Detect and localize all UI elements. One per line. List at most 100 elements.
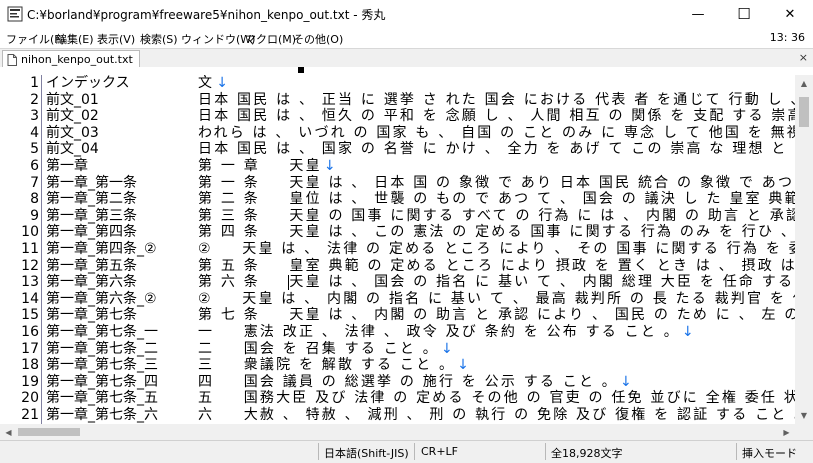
scrollbar-corner: [795, 424, 813, 440]
menu-view[interactable]: 表示(V): [97, 31, 135, 47]
editor-line[interactable]: 11 第一章_第四条_② ② 天皇 は 、 法律 の 定める ところ により 、 そ…: [0, 241, 795, 258]
newline-arrow-icon: ↓: [681, 324, 694, 340]
line-text: 一 憲法 改正 、 法律 、 政令 及び 条約 を 公布 する こと 。: [198, 324, 680, 340]
line-number: 20: [21, 390, 39, 407]
line-label: 第一章_第四条: [46, 224, 137, 241]
line-label: 第一章_第一条: [46, 174, 137, 191]
line-label: 第一章_第七条_五: [46, 390, 158, 407]
horizontal-scrollbar[interactable]: ◀ ▶: [0, 424, 795, 440]
line-label: 第一章_第七条_二: [46, 340, 158, 357]
line-text: 第 七 条 天皇 は 、 内閣 の 助言 と 承認 により 、 国民 の ため …: [198, 307, 795, 324]
menu-other[interactable]: その他(O): [293, 31, 343, 47]
scroll-left-icon[interactable]: ◀: [0, 424, 17, 440]
editor-line[interactable]: 12 第一章_第五条 第 五 条 皇室 典範 の 定める ところ により 摂政 を …: [0, 258, 795, 275]
editor-line[interactable]: 10 第一章_第四条 第 四 条 天皇 は 、 この 憲法 の 定める 国事 に関す…: [0, 224, 795, 241]
line-label: 第一章_第二条: [46, 191, 137, 208]
line-label: 第一章_第三条: [46, 207, 137, 224]
editor-line[interactable]: 4 前文_03 われら は 、 いづれ の 国家 も 、 自国 の こと のみ に …: [0, 125, 795, 142]
editor-line[interactable]: 18 第一章_第七条_三 三 衆議院 を 解散 する こと 。 ↓: [0, 357, 795, 374]
line-label: 第一章_第七条_六: [46, 407, 158, 423]
line-number: 11: [21, 241, 39, 257]
line-text: ② 天皇 は 、 内閣 の 指名 に 基い て 、 最高 裁判所 の 長 たる …: [198, 290, 795, 307]
editor-line[interactable]: 7 第一章_第一条 第 一 条 天皇 は 、 日本 国 の 象徴 で あり 日本 国…: [0, 175, 795, 192]
clock-display: 13: 36: [769, 31, 805, 44]
vertical-scroll-thumb[interactable]: [799, 97, 809, 127]
text-editor[interactable]: 1 インデックス文 ↓ 2 前文_01 日本 国民 は 、 正当 に 選挙 さ れた 国会…: [0, 75, 795, 424]
line-label: 前文_02: [46, 108, 99, 125]
editor-line[interactable]: 21 第一章_第七条_六 六 大赦 、 特赦 、 減刑 、 刑 の 執行 の 免除 …: [0, 407, 795, 424]
line-number: 17: [21, 340, 39, 357]
scroll-down-icon[interactable]: ▼: [795, 407, 813, 424]
editor-line[interactable]: 8 第一章_第二条 第 二 条 皇位 は 、 世襲 の もの で あつ て 、 国会…: [0, 191, 795, 208]
line-text: 第 五 条 皇室 典範 の 定める ところ により 摂政 を 置く とき は 、…: [198, 257, 795, 274]
status-insert-mode[interactable]: 挿入モード: [742, 445, 797, 461]
line-label: 第一章_第七条: [46, 307, 137, 324]
line-number: 6: [30, 158, 39, 174]
editor-line[interactable]: 1 インデックス 文 ↓: [0, 75, 795, 92]
horizontal-scroll-thumb[interactable]: [18, 428, 80, 436]
status-separator: [414, 443, 415, 460]
line-text: 文: [198, 75, 215, 91]
editor-line[interactable]: 5 前文_04 日本 国民 は 、 国家 の 名誉 に かけ 、 全力 を あげ て…: [0, 141, 795, 158]
editor-line[interactable]: 13 第一章_第六条第 六 条 天皇 は 、 国会 の 指名 に 基い て 、 内…: [0, 274, 795, 291]
vertical-scrollbar[interactable]: ▲ ▼: [795, 75, 813, 424]
line-number: 12: [21, 257, 39, 274]
editor-line[interactable]: 9 第一章_第三条 第 三 条 天皇 の 国事 に関する すべて の 行為 に は …: [0, 208, 795, 225]
line-number: 18: [21, 357, 39, 374]
editor-line[interactable]: 6 第一章 第 一 章 天皇 ↓: [0, 158, 795, 175]
window-title: C:¥borland¥program¥freeware5¥nihon_kenpo…: [27, 8, 386, 22]
line-number: 9: [30, 207, 39, 224]
status-encoding[interactable]: 日本語(Shift-JIS): [324, 445, 409, 461]
newline-arrow-icon: ↓: [457, 357, 469, 374]
line-label: 第一章_第六条_②: [46, 290, 157, 307]
line-text: 第 四 条 天皇 は 、 この 憲法 の 定める 国事 に関する 行為 のみ を…: [198, 224, 795, 241]
ruler-cursor-marker: [298, 67, 304, 73]
status-newline[interactable]: CR+LF: [421, 445, 458, 458]
maximize-button[interactable]: ☐: [721, 0, 767, 28]
editor-line[interactable]: 19 第一章_第七条_四 四 国会 議員 の 総選挙 の 施行 を 公示 する こと…: [0, 374, 795, 391]
menu-bar: ファイル(F) 編集(E) 表示(V) 検索(S) ウィンドウ(W) マクロ(M…: [0, 28, 813, 48]
editor-line[interactable]: 2 前文_01 日本 国民 は 、 正当 に 選挙 さ れた 国会 における 代表 …: [0, 92, 795, 109]
tab-label: nihon_kenpo_out.txt: [21, 53, 133, 66]
line-text: 四 国会 議員 の 総選挙 の 施行 を 公示 する こと 。: [198, 373, 619, 390]
line-number: 16: [21, 324, 39, 340]
line-number: 10: [21, 224, 39, 241]
line-text: われら は 、 いづれ の 国家 も 、 自国 の こと のみ に 専念 し て…: [198, 124, 795, 141]
hidemaru-app-icon[interactable]: [7, 6, 23, 22]
line-label: 第一章: [46, 158, 88, 174]
minimize-button[interactable]: —: [675, 0, 721, 28]
line-text: 日本 国民 は 、 国家 の 名誉 に かけ 、 全力 を あげ て この 崇高…: [198, 141, 795, 158]
menu-macro[interactable]: マクロ(M): [245, 31, 296, 47]
editor-line[interactable]: 3 前文_02 日本 国民 は 、 恒久 の 平和 を 念願 し 、 人間 相互 の…: [0, 108, 795, 125]
line-label: 第一章_第七条_一: [46, 324, 158, 340]
scroll-right-icon[interactable]: ▶: [778, 424, 795, 440]
menu-edit[interactable]: 編集(E): [56, 31, 94, 47]
close-button[interactable]: ✕: [767, 0, 813, 28]
editor-line[interactable]: 20 第一章_第七条_五 五 国務大臣 及び 法律 の 定める その他 の 官吏 の…: [0, 390, 795, 407]
line-text: 第 二 条 皇位 は 、 世襲 の もの で あつ て 、 国会 の 議決 し …: [198, 191, 795, 208]
status-separator: [736, 443, 737, 460]
line-label: 第一章_第七条_四: [46, 373, 158, 390]
menu-search[interactable]: 検索(S): [140, 31, 178, 47]
line-number: 2: [30, 91, 39, 108]
editor-line[interactable]: 14 第一章_第六条_② ② 天皇 は 、 内閣 の 指名 に 基い て 、 最高 …: [0, 291, 795, 308]
line-text: 日本 国民 は 、 恒久 の 平和 を 念願 し 、 人間 相互 の 関係 を …: [198, 108, 795, 125]
tab-nihon-kenpo-out[interactable]: nihon_kenpo_out.txt: [2, 50, 140, 68]
editor-line[interactable]: 16 第一章_第七条_一 一 憲法 改正 、 法律 、 政令 及び 条約 を 公布 …: [0, 324, 795, 341]
line-label: 前文_03: [46, 124, 99, 141]
editor-line[interactable]: 15 第一章_第七条 第 七 条 天皇 は 、 内閣 の 助言 と 承認 により 、…: [0, 307, 795, 324]
line-label: インデックス: [46, 75, 130, 91]
line-number: 7: [30, 174, 39, 191]
scroll-up-icon[interactable]: ▲: [795, 75, 813, 92]
line-number: 13: [21, 274, 39, 291]
line-label: 第一章_第四条_②: [46, 241, 157, 257]
tab-close-icon[interactable]: ×: [799, 51, 808, 64]
newline-arrow-icon: ↓: [323, 158, 336, 174]
line-label: 前文_04: [46, 141, 99, 158]
line-label: 前文_01: [46, 91, 99, 108]
text-caret: [288, 275, 289, 291]
line-text: 三 衆議院 を 解散 する こと 。: [198, 357, 456, 374]
line-number: 3: [30, 108, 39, 125]
line-number: 14: [21, 290, 39, 307]
editor-line[interactable]: 17 第一章_第七条_二 二 国会 を 召集 する こと 。 ↓: [0, 341, 795, 358]
